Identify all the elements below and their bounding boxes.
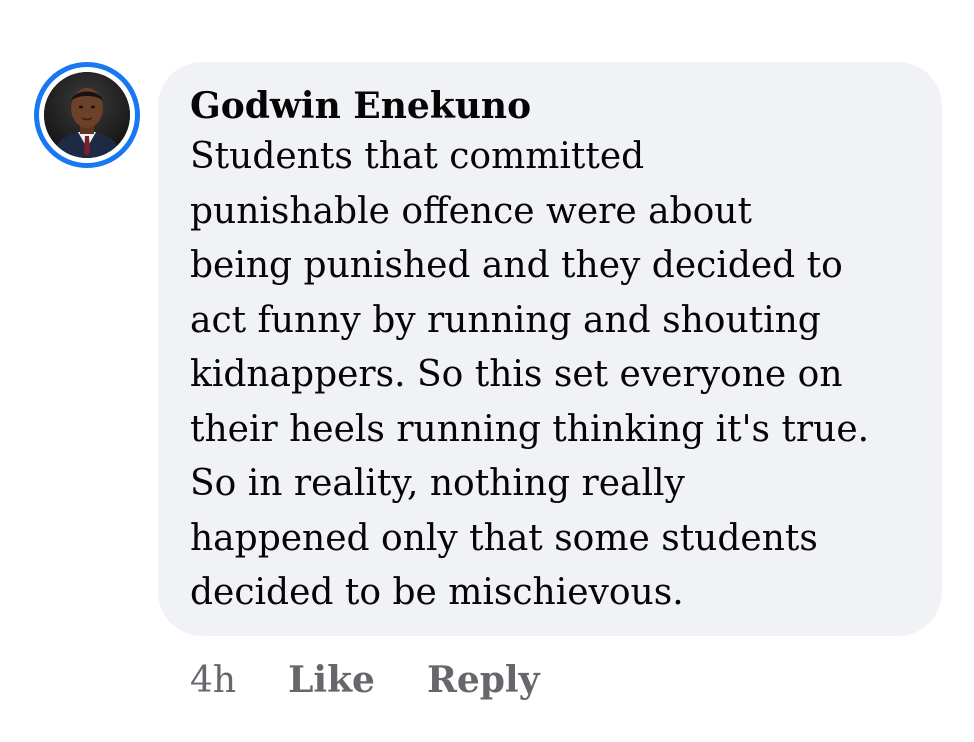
- comment-text-line: So in reality, nothing really: [190, 463, 685, 504]
- comment-text-line: decided to be mischievous.: [190, 572, 684, 613]
- comment-text-line: being punished and they decided to: [190, 245, 843, 286]
- comment-timestamp[interactable]: 4h: [190, 660, 236, 701]
- avatar-gap: [39, 67, 135, 163]
- avatar[interactable]: [34, 62, 140, 168]
- comment-actions: 4h Like Reply: [190, 652, 592, 708]
- comment-text-line: happened only that some students: [190, 517, 818, 559]
- comment-text-line: their heels running thinking it's true.: [190, 408, 870, 450]
- comment-text-line: punishable offence were about: [190, 190, 752, 232]
- profile-photo-icon: [44, 72, 130, 158]
- comment-body: Students that committed punishable offen…: [190, 130, 908, 621]
- comment-text-line: Students that committed: [190, 136, 645, 177]
- comment: Godwin Enekuno Students that committed p…: [0, 0, 974, 742]
- reply-button[interactable]: Reply: [427, 659, 540, 701]
- comment-text-line: act funny by running and shouting: [190, 299, 821, 341]
- comment-text-line: kidnappers. So this set everyone on: [190, 354, 843, 395]
- comment-bubble: Godwin Enekuno Students that committed p…: [158, 62, 942, 636]
- comment-author[interactable]: Godwin Enekuno: [190, 84, 908, 128]
- like-button[interactable]: Like: [288, 659, 375, 701]
